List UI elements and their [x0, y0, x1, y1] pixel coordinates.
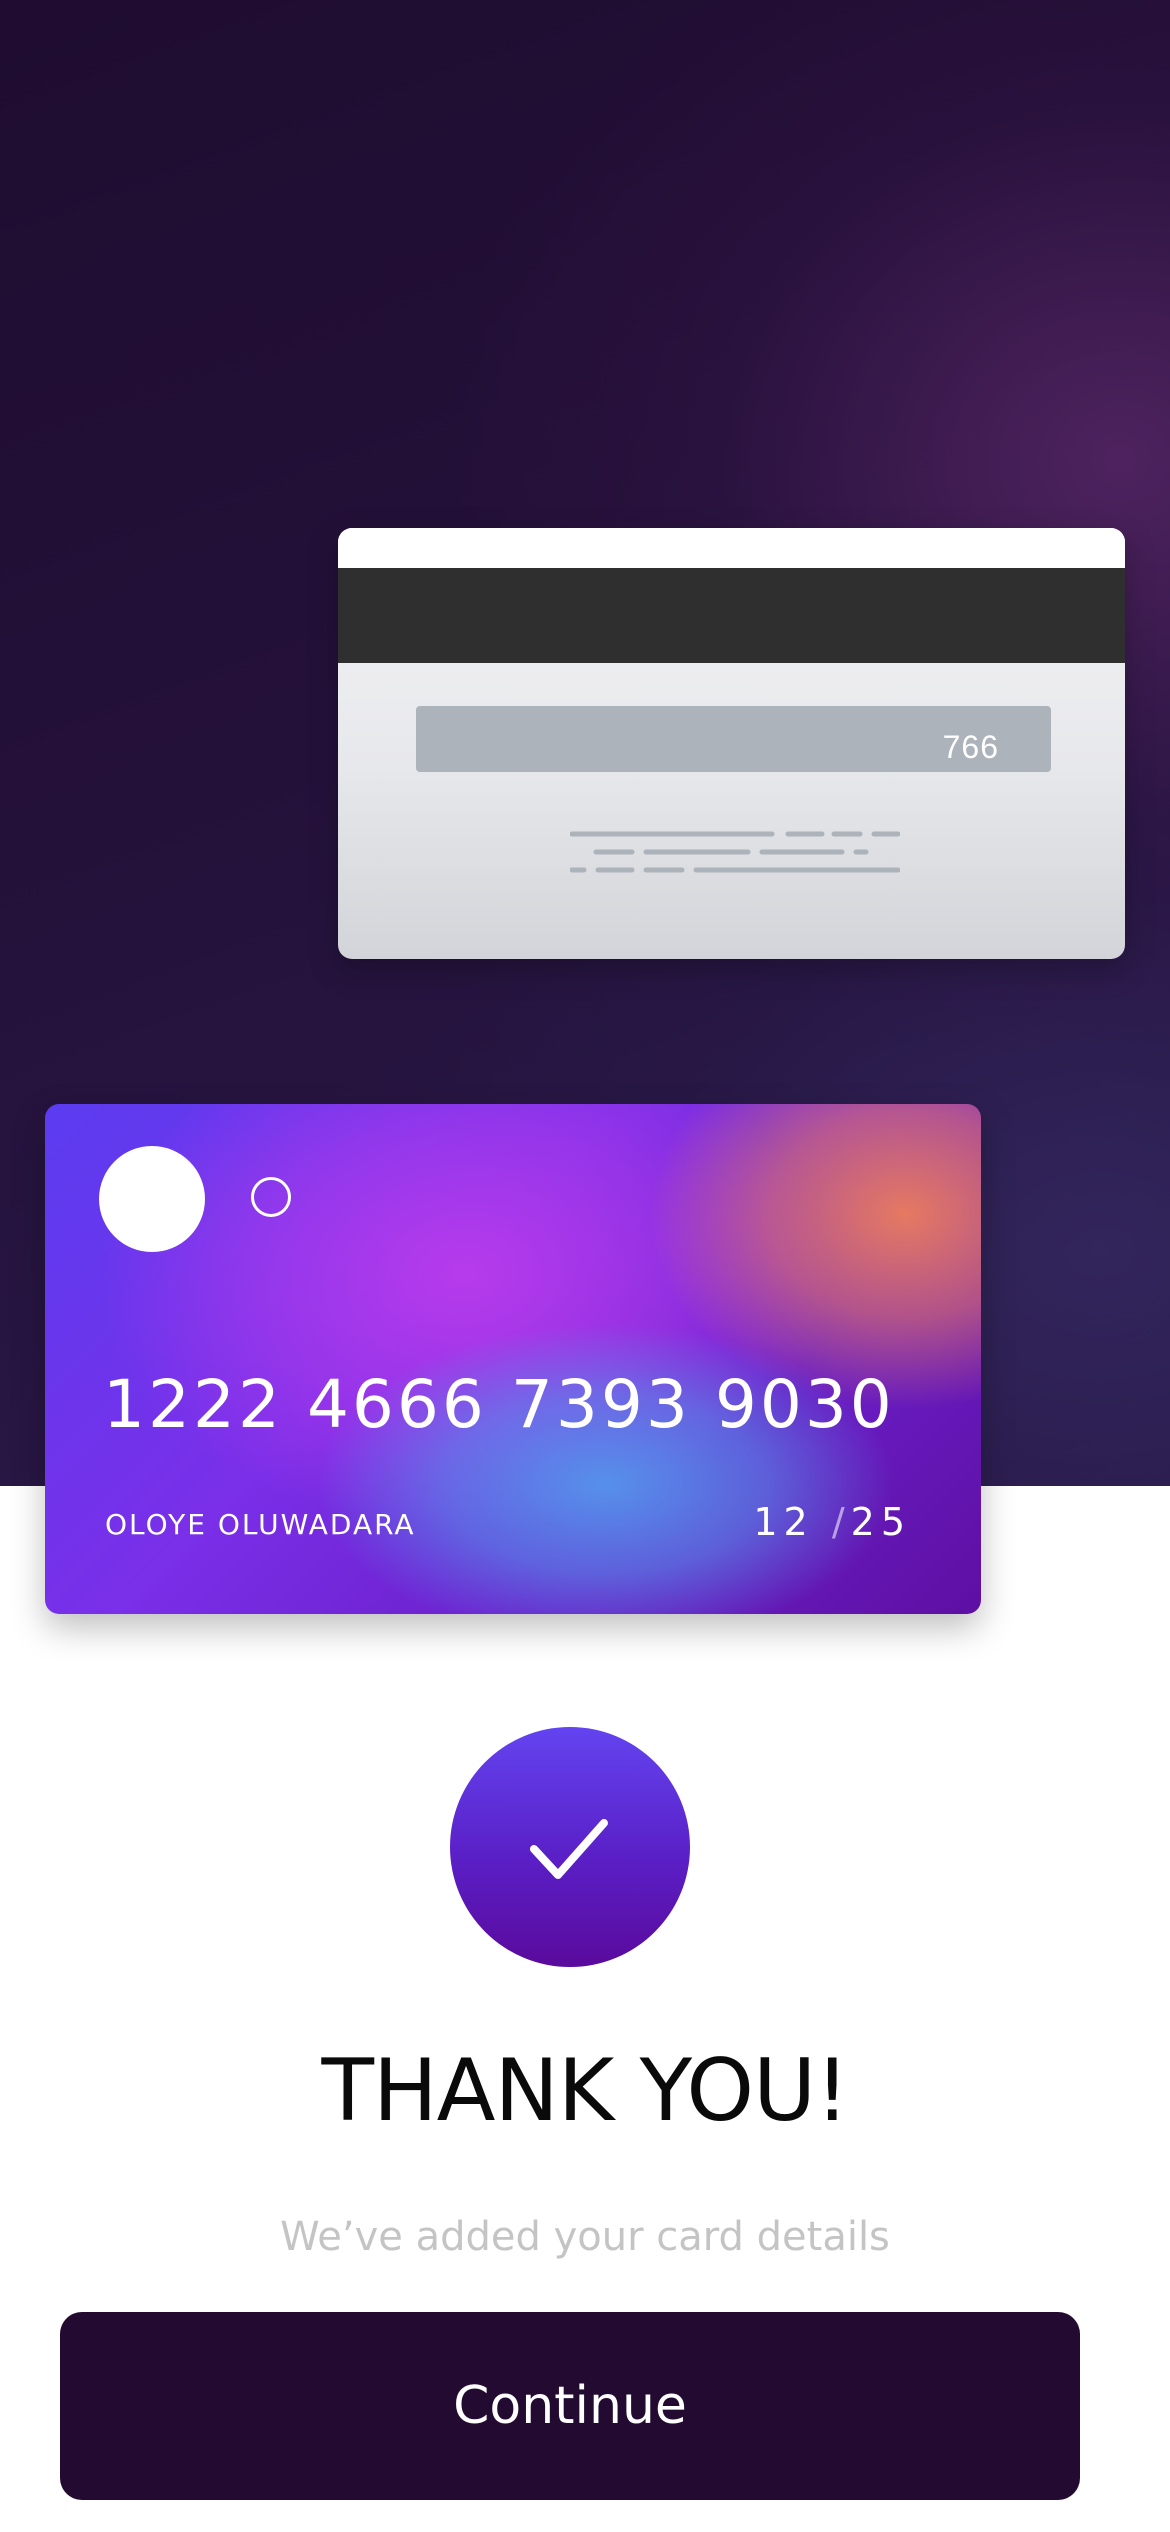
card-logo-circle [99, 1146, 205, 1252]
expiry-year: 25 [850, 1500, 911, 1544]
success-message: We’ve added your card details [280, 2214, 890, 2260]
card-front: 1222 4666 7393 9030 OLOYE OLUWADARA 12 /… [45, 1104, 981, 1614]
card-back-top-edge [338, 528, 1125, 568]
magnetic-stripe [338, 568, 1125, 663]
expiry-month: 12 [753, 1500, 814, 1544]
continue-button[interactable]: Continue [60, 2312, 1080, 2500]
card-expiry: 12 /25 [753, 1500, 911, 1544]
card-back-fine-print [570, 831, 900, 873]
card-cvv: 766 [942, 729, 999, 765]
check-icon [530, 1819, 608, 1879]
card-logo-ring [251, 1177, 291, 1217]
success-badge [450, 1727, 690, 1967]
expiry-separator: / [831, 1500, 851, 1544]
add-card-success-screen: 766 1222 4666 7393 9030 OLOYE OLUWADARA … [0, 0, 1170, 2532]
card-back: 766 [338, 528, 1125, 959]
card-holder-name: OLOYE OLUWADARA [105, 1508, 416, 1541]
success-title: THANK YOU! [321, 2041, 849, 2141]
card-number: 1222 4666 7393 9030 [103, 1366, 895, 1443]
signature-strip: 766 [416, 706, 1051, 772]
